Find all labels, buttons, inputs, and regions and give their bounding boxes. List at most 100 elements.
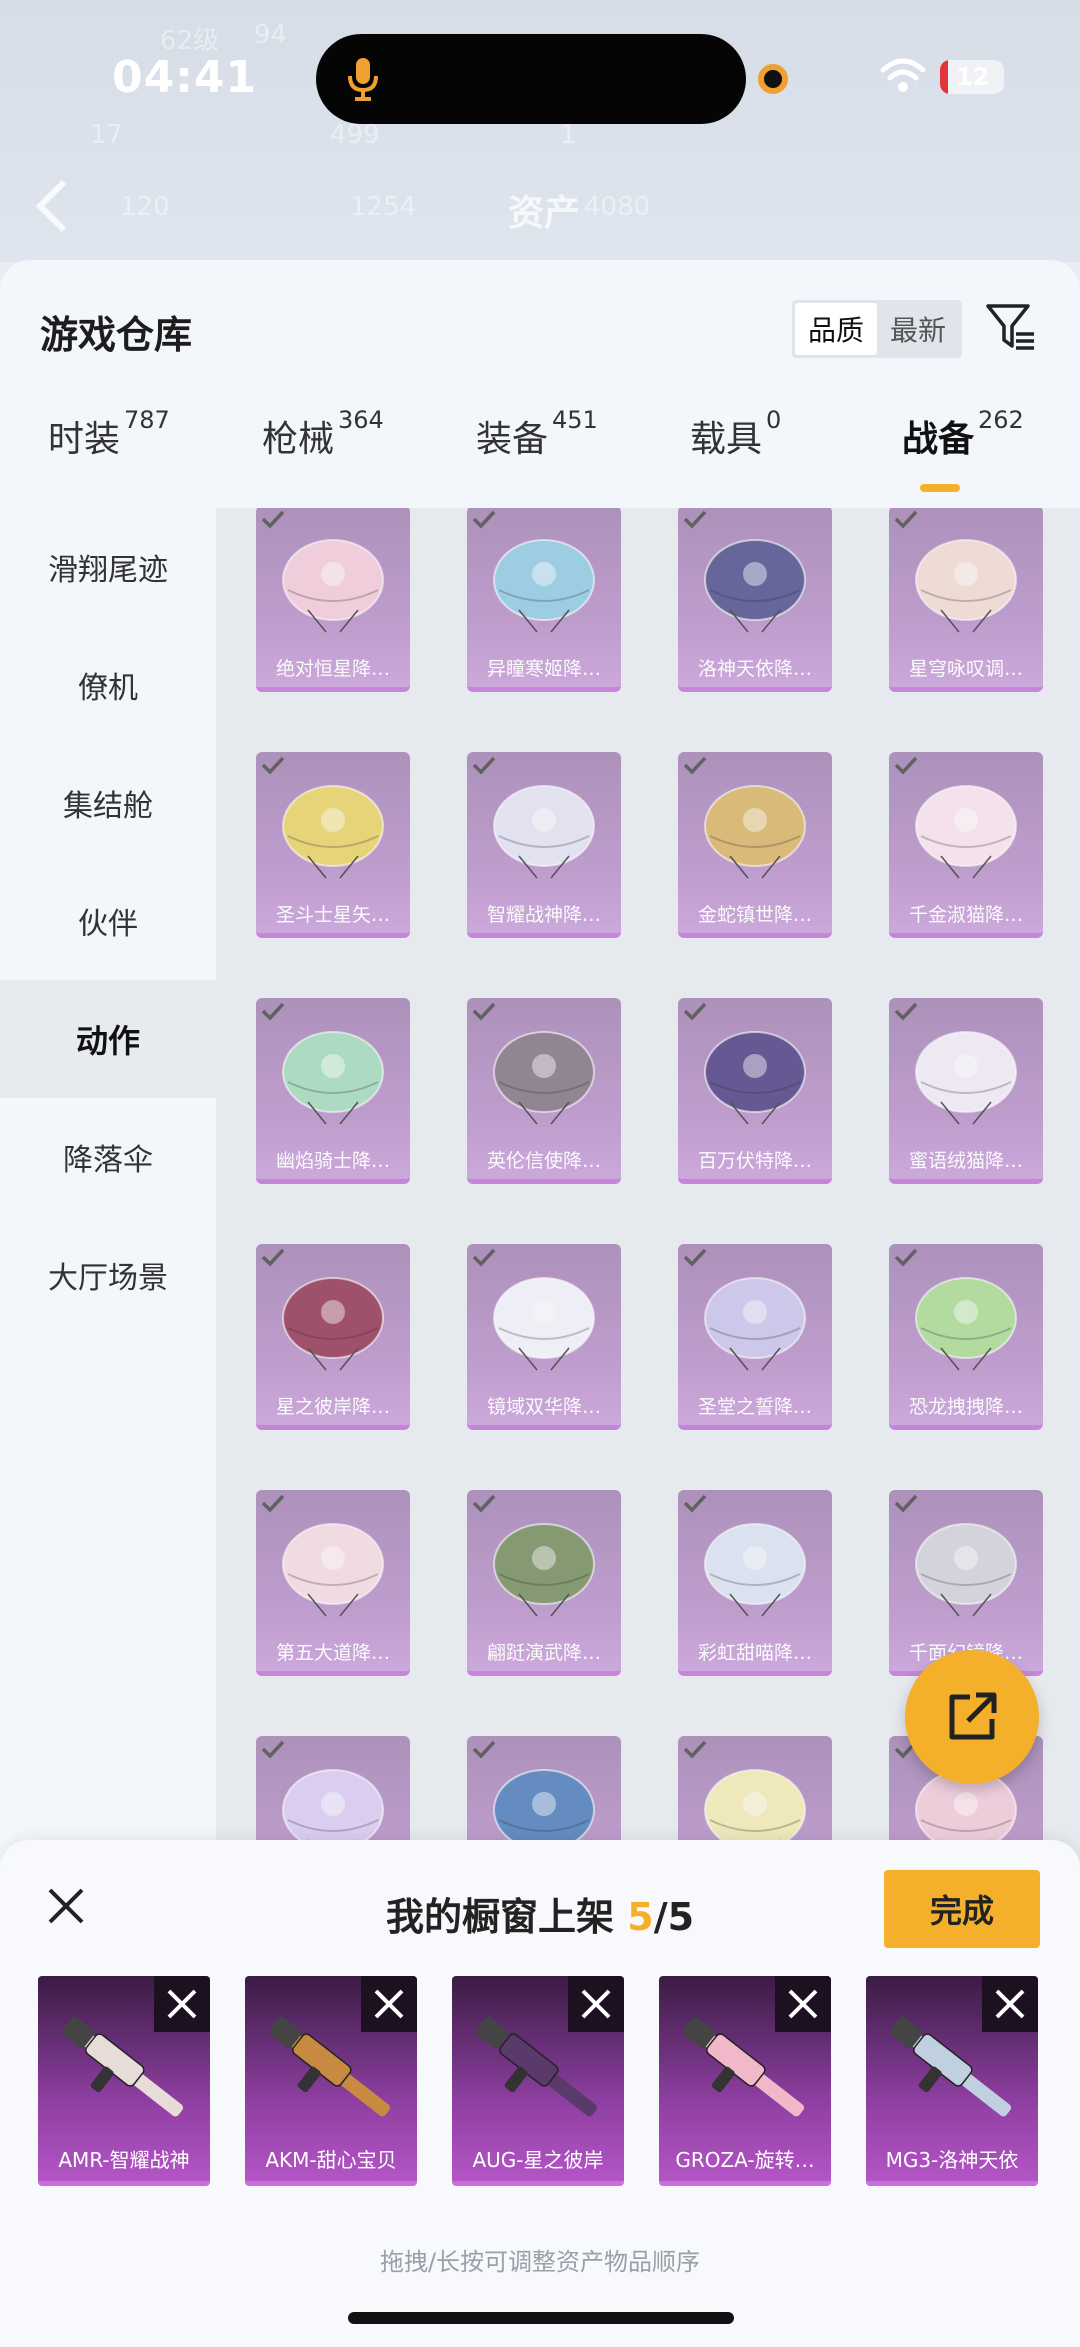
home-indicator <box>348 2312 734 2324</box>
parachute-icon <box>915 1031 1017 1125</box>
checkmark-icon <box>894 756 918 775</box>
sidebar-item-companion[interactable]: 伙伴 <box>0 862 216 980</box>
checkmark-icon <box>894 510 918 529</box>
tab-fashion[interactable]: 时装 787 <box>48 406 170 462</box>
item-card[interactable]: 第五大道降… <box>256 1490 410 1676</box>
item-card[interactable]: 千金淑猫降… <box>889 752 1043 938</box>
item-label: 星穹咏叹调… <box>908 658 1023 680</box>
item-card[interactable]: 翩跹演武降… <box>467 1490 621 1676</box>
item-label: 圣堂之誓降… <box>697 1396 812 1418</box>
item-card[interactable]: 镜域双华降… <box>467 1244 621 1430</box>
share-button[interactable] <box>905 1650 1039 1784</box>
showcase-slot[interactable]: GROZA-旋转… <box>659 1976 831 2186</box>
sort-toggle: 品质 最新 <box>792 300 962 358</box>
parachute-icon <box>493 785 595 879</box>
checkmark-icon <box>261 1002 285 1021</box>
sort-option-quality[interactable]: 品质 <box>795 303 877 355</box>
item-card[interactable]: 英伦信使降… <box>467 998 621 1184</box>
item-card[interactable]: 星穹咏叹调… <box>889 508 1043 692</box>
category-tabs: 时装 787 枪械 364 装备 451 载具 0 战备 262 <box>0 406 1080 490</box>
item-card[interactable]: 星之彼岸降… <box>256 1244 410 1430</box>
parachute-icon <box>915 1277 1017 1371</box>
checkmark-icon <box>683 510 707 529</box>
filter-icon[interactable] <box>984 300 1038 354</box>
checkmark-icon <box>261 1248 285 1267</box>
slot-label: AUG-星之彼岸 <box>472 2148 604 2172</box>
showcase-slot[interactable]: AUG-星之彼岸 <box>452 1976 624 2186</box>
tab-firearms[interactable]: 枪械 364 <box>262 406 384 462</box>
showcase-slot[interactable]: MG3-洛神天依 <box>866 1976 1038 2186</box>
sidebar-item-glide-trail[interactable]: 滑翔尾迹 <box>0 508 216 626</box>
remove-slot-button[interactable] <box>982 1976 1038 2032</box>
tab-equipment[interactable]: 装备 451 <box>476 406 598 462</box>
close-icon <box>581 1989 611 2019</box>
back-chevron-icon[interactable] <box>30 176 74 236</box>
sidebar-item-wingman[interactable]: 僚机 <box>0 626 216 744</box>
remove-slot-button[interactable] <box>361 1976 417 2032</box>
checkmark-icon <box>683 1494 707 1513</box>
parachute-icon <box>915 785 1017 879</box>
tab-vehicles[interactable]: 载具 0 <box>690 406 781 462</box>
sidebar-item-emote[interactable]: 动作 <box>0 980 216 1098</box>
item-card[interactable]: 智耀战神降… <box>467 752 621 938</box>
item-card[interactable]: 圣堂之誓降… <box>678 1244 832 1430</box>
parachute-icon <box>704 785 806 879</box>
tab-count: 364 <box>338 406 384 434</box>
item-card[interactable]: 恐龙拽拽降… <box>889 1244 1043 1430</box>
wifi-icon <box>880 58 926 92</box>
parachute-icon <box>915 539 1017 633</box>
item-card[interactable]: 圣斗士星矢… <box>256 752 410 938</box>
sidebar-item-lobby-scene[interactable]: 大厅场景 <box>0 1216 216 1334</box>
status-time: 04:41 <box>112 52 258 103</box>
checkmark-icon <box>261 756 285 775</box>
item-label: 洛神天依降… <box>697 658 812 680</box>
dynamic-island <box>316 34 746 124</box>
battery-indicator: 12 <box>940 60 1004 94</box>
remove-slot-button[interactable] <box>775 1976 831 2032</box>
sort-option-newest[interactable]: 最新 <box>877 303 959 355</box>
parachute-icon <box>493 1523 595 1617</box>
done-button[interactable]: 完成 <box>884 1870 1040 1948</box>
battery-fill <box>940 60 948 94</box>
item-card[interactable]: 彩虹甜喵降… <box>678 1490 832 1676</box>
item-card[interactable]: 百万伏特降… <box>678 998 832 1184</box>
item-card[interactable]: 金蛇镇世降… <box>678 752 832 938</box>
item-label: 蜜语绒猫降… <box>908 1150 1023 1172</box>
item-label: 英伦信使降… <box>486 1150 601 1172</box>
bg-stat-2: 499 <box>330 120 380 150</box>
item-card[interactable]: 异瞳寒姬降… <box>467 508 621 692</box>
checkmark-icon <box>683 1740 707 1759</box>
item-card[interactable]: 洛神天依降… <box>678 508 832 692</box>
checkmark-icon <box>261 510 285 529</box>
item-label: 镜域双华降… <box>486 1396 601 1418</box>
parachute-icon <box>704 539 806 633</box>
checkmark-icon <box>894 1494 918 1513</box>
tab-battle-gear[interactable]: 战备 262 <box>902 406 1024 462</box>
tab-count: 0 <box>766 406 782 434</box>
parachute-icon <box>704 1277 806 1371</box>
external-link-icon <box>949 1692 997 1740</box>
item-card[interactable]: 千面幻镜降… <box>889 1490 1043 1676</box>
sidebar-item-parachute[interactable]: 降落伞 <box>0 1098 216 1216</box>
item-card[interactable]: 蜜语绒猫降… <box>889 998 1043 1184</box>
tab-label: 枪械 <box>262 419 335 460</box>
checkmark-icon <box>472 1002 496 1021</box>
item-card[interactable]: 幽焰骑士降… <box>256 998 410 1184</box>
remove-slot-button[interactable] <box>568 1976 624 2032</box>
sidebar-item-assembly-pod[interactable]: 集结舱 <box>0 744 216 862</box>
camera-indicator-icon <box>758 64 788 94</box>
bg-stat-3: 1 <box>560 120 577 150</box>
showcase-slot[interactable]: AMR-智耀战神 <box>38 1976 210 2186</box>
item-label: 恐龙拽拽降… <box>908 1396 1023 1418</box>
checkmark-icon <box>683 1002 707 1021</box>
item-label: 翩跹演武降… <box>486 1642 601 1664</box>
item-label: 彩虹甜喵降… <box>697 1642 812 1664</box>
showcase-total: /5 <box>653 1895 695 1939</box>
bg-title: 资产 <box>508 193 581 234</box>
remove-slot-button[interactable] <box>154 1976 210 2032</box>
checkmark-icon <box>472 510 496 529</box>
parachute-icon <box>282 539 384 633</box>
item-card[interactable]: 绝对恒星降… <box>256 508 410 692</box>
showcase-slot[interactable]: AKM-甜心宝贝 <box>245 1976 417 2186</box>
bg-stat-6: 4080 <box>584 192 651 222</box>
